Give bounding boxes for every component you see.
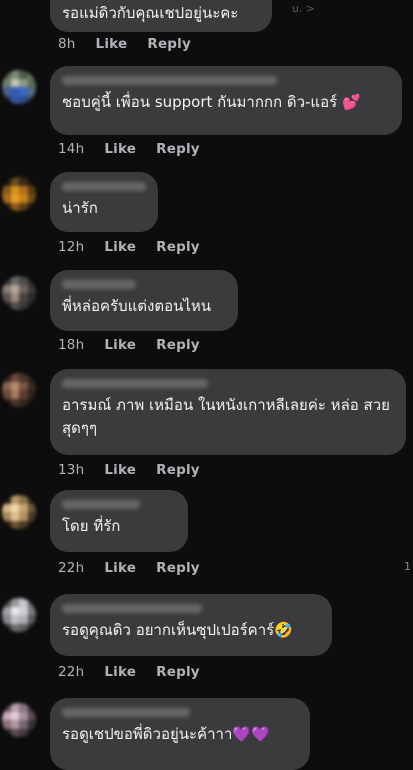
- two-hearts-emoji: 💕: [341, 93, 361, 111]
- comment-meta: 22h Like Reply: [58, 560, 200, 576]
- avatar: [2, 70, 36, 104]
- reply-button[interactable]: Reply: [156, 337, 200, 353]
- reply-button[interactable]: Reply: [156, 664, 200, 680]
- comment-text: อารมณ์ ภาพ เหมือน ในหนังเกาหลีเลยค่ะ หล่…: [62, 396, 390, 437]
- avatar: [2, 373, 36, 407]
- comment-meta: 14h Like Reply: [58, 141, 200, 157]
- comment-text: รอดูคุณดิว อยากเห็นซุปเปอร์คาร์🤣: [62, 619, 320, 642]
- like-button[interactable]: Like: [104, 664, 136, 680]
- reply-button[interactable]: Reply: [156, 239, 200, 255]
- comment-text: รอดูเชปขอพี่ดิวอยู่นะค้าาา💜💜: [62, 723, 298, 746]
- comment-bubble: รอดูคุณดิว อยากเห็นซุปเปอร์คาร์🤣: [50, 594, 332, 656]
- commenter-name-blurred: [62, 604, 202, 613]
- comment-bubble: อารมณ์ ภาพ เหมือน ในหนังเกาหลีเลยค่ะ หล่…: [50, 369, 406, 455]
- avatar: [2, 276, 36, 310]
- like-button[interactable]: Like: [104, 560, 136, 576]
- purple-heart-emoji: 💜💜: [232, 725, 270, 743]
- commenter-name-blurred: [62, 280, 136, 289]
- avatar: [2, 177, 36, 211]
- comment-time: 12h: [58, 239, 85, 255]
- like-button[interactable]: Like: [104, 462, 136, 478]
- comment-bubble: รอแม่ดิวกับคุณเชปอยู่นะคะ: [50, 0, 272, 32]
- like-button[interactable]: Like: [104, 141, 136, 157]
- comment-meta: 22h Like Reply: [58, 664, 200, 680]
- commenter-name-blurred: [62, 500, 140, 509]
- comment-time: 14h: [58, 141, 85, 157]
- comment-text: พี่หล่อครับแต่งตอนไหน: [62, 297, 212, 315]
- rolling-laughing-emoji: 🤣: [274, 621, 293, 639]
- commenter-name-blurred: [62, 182, 146, 191]
- comment-text: น่ารัก: [62, 199, 98, 217]
- comment-text: โดย ที่รัก: [62, 517, 121, 535]
- comment-text: ชอบคู่นี้ เพื่อน support กันมากกก ดิว-แอ…: [62, 91, 390, 114]
- reply-button[interactable]: Reply: [156, 560, 200, 576]
- comment-text-body: รอดูเชปขอพี่ดิวอยู่นะค้าาา: [62, 725, 233, 743]
- like-button[interactable]: Like: [104, 337, 136, 353]
- comment-bubble: ชอบคู่นี้ เพื่อน support กันมากกก ดิว-แอ…: [50, 66, 402, 135]
- comment-text: รอแม่ดิวกับคุณเชปอยู่นะคะ: [62, 4, 239, 22]
- avatar: [2, 598, 36, 632]
- comment-meta: 13h Like Reply: [58, 462, 200, 478]
- comment-meta: 12h Like Reply: [58, 239, 200, 255]
- scroll-indicator: 1: [404, 560, 411, 573]
- comment-time: 8h: [58, 36, 76, 52]
- commenter-name-blurred: [62, 379, 208, 388]
- avatar: [2, 703, 36, 737]
- comment-time: 13h: [58, 462, 85, 478]
- like-button[interactable]: Like: [104, 239, 136, 255]
- comment-meta: 8h Like Reply: [58, 36, 191, 52]
- like-button[interactable]: Like: [96, 36, 128, 52]
- reply-button[interactable]: Reply: [156, 462, 200, 478]
- comment-time: 18h: [58, 337, 85, 353]
- comment-text-body: ชอบคู่นี้ เพื่อน support กันมากกก ดิว-แอ…: [62, 93, 338, 111]
- comment-bubble: พี่หล่อครับแต่งตอนไหน: [50, 270, 238, 331]
- comment-time: 22h: [58, 560, 85, 576]
- reply-button[interactable]: Reply: [147, 36, 191, 52]
- comment-bubble: น่ารัก: [50, 172, 158, 232]
- top-fragment: u. >: [291, 2, 315, 15]
- commenter-name-blurred: [62, 76, 277, 85]
- comment-text-body: รอดูคุณดิว อยากเห็นซุปเปอร์คาร์: [62, 621, 275, 639]
- comment-bubble: รอดูเชปขอพี่ดิวอยู่นะค้าาา💜💜: [50, 698, 310, 770]
- reply-button[interactable]: Reply: [156, 141, 200, 157]
- comment-bubble: โดย ที่รัก: [50, 490, 188, 552]
- comment-time: 22h: [58, 664, 85, 680]
- comment-meta: 18h Like Reply: [58, 337, 200, 353]
- avatar: [2, 495, 36, 529]
- commenter-name-blurred: [62, 708, 190, 717]
